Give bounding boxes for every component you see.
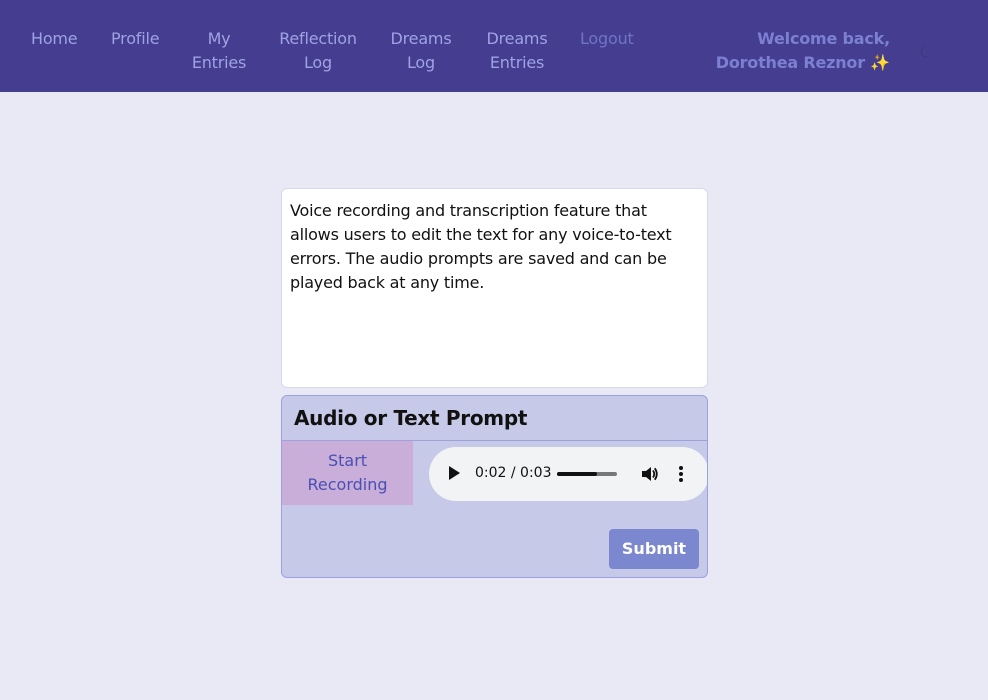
prompt-textarea[interactable]: Voice recording and transcription featur…: [281, 188, 708, 388]
start-recording-button[interactable]: Start Recording: [282, 441, 413, 505]
volume-icon[interactable]: [639, 464, 659, 484]
moon-icon[interactable]: [916, 42, 936, 62]
nav-dreams-entries[interactable]: Dreams Entries: [481, 27, 553, 75]
audio-player: 0:02 / 0:03: [429, 447, 707, 501]
audio-progress-bar[interactable]: [557, 472, 617, 476]
card-header: Audio or Text Prompt: [282, 396, 707, 441]
nav-my-entries[interactable]: My Entries: [190, 27, 248, 75]
audio-progress-fill: [557, 472, 598, 476]
play-icon[interactable]: [449, 466, 460, 480]
submit-button[interactable]: Submit: [609, 529, 699, 569]
welcome-message: Welcome back, Dorothea Reznor ✨: [715, 29, 890, 72]
nav-dreams-log[interactable]: Dreams Log: [386, 27, 456, 75]
top-navbar: Home Profile My Entries Reflection Log D…: [0, 0, 988, 92]
more-options-icon[interactable]: [677, 464, 685, 484]
nav-reflection-log[interactable]: Reflection Log: [274, 27, 362, 75]
nav-logout[interactable]: Logout: [580, 27, 634, 51]
audio-text-prompt-card: Audio or Text Prompt Start Recording 0:0…: [281, 395, 708, 578]
audio-time: 0:02 / 0:03: [475, 465, 552, 481]
card-title: Audio or Text Prompt: [294, 406, 528, 430]
nav-home[interactable]: Home: [31, 27, 78, 51]
nav-profile[interactable]: Profile: [111, 27, 160, 51]
